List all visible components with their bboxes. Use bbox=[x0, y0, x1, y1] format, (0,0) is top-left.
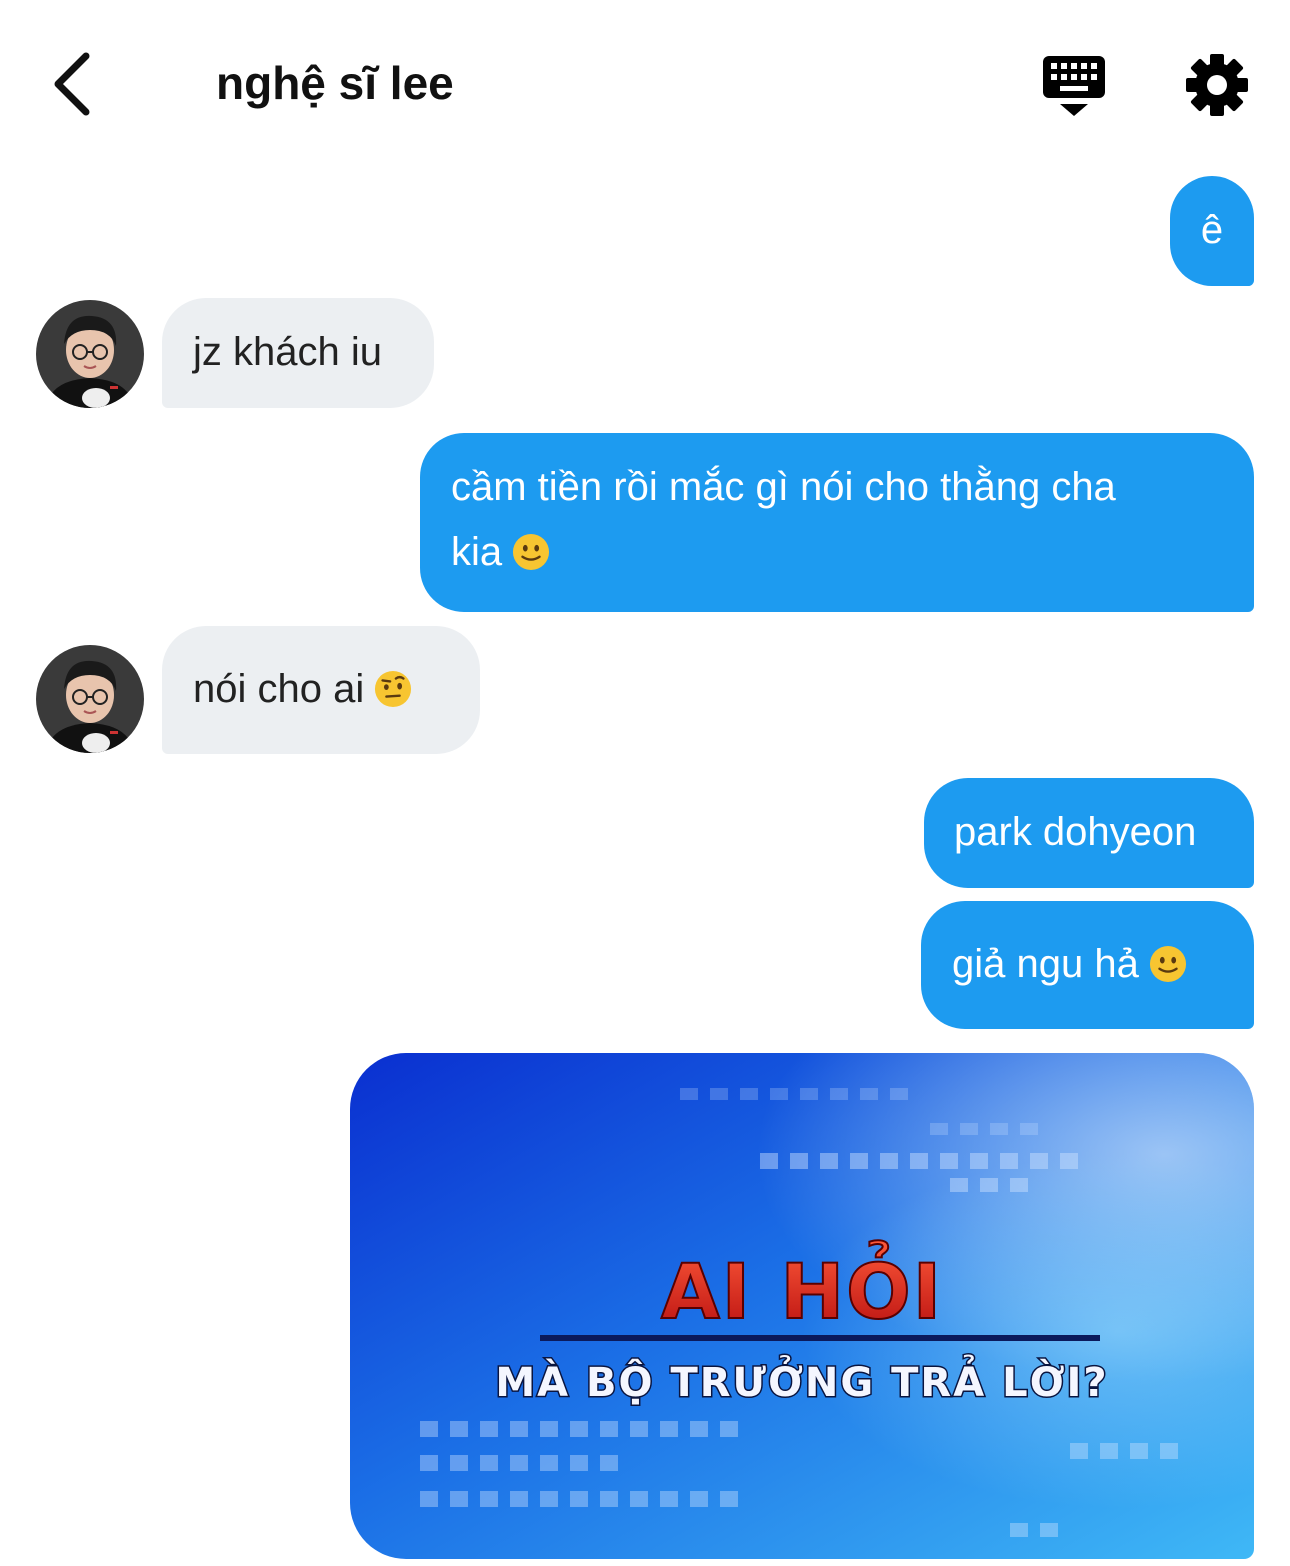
message-bubble-incoming[interactable]: nói cho ai bbox=[162, 626, 480, 754]
message-bubble-outgoing[interactable]: cầm tiền rồi mắc gì nói cho thằng cha ki… bbox=[420, 433, 1254, 612]
avatar[interactable] bbox=[36, 300, 144, 408]
keyboard-icon bbox=[1043, 56, 1105, 116]
message-bubble-outgoing[interactable]: park dohyeon bbox=[924, 778, 1254, 888]
back-button[interactable] bbox=[36, 46, 106, 122]
message-text-line: kia bbox=[451, 530, 503, 574]
message-text: ê bbox=[1200, 208, 1224, 252]
message-bubble-incoming[interactable]: jz khách iu bbox=[162, 298, 434, 408]
keyboard-button[interactable] bbox=[1040, 52, 1108, 120]
chevron-left-icon bbox=[54, 52, 90, 116]
image-headline: AI HỎI bbox=[661, 1239, 943, 1336]
image-caption: MÀ BỘ TRƯỞNG TRẢ LỜI? bbox=[495, 1353, 1108, 1406]
message-text: nói cho ai bbox=[193, 667, 365, 711]
message-text: jz khách iu bbox=[193, 330, 382, 374]
settings-button[interactable] bbox=[1184, 52, 1250, 118]
message-bubble-outgoing[interactable]: giả ngu hả bbox=[921, 901, 1254, 1029]
chat-header: nghệ sĩ lee bbox=[0, 0, 1290, 170]
slightly-smiling-face-icon bbox=[1149, 945, 1186, 983]
message-text: park dohyeon bbox=[954, 810, 1197, 854]
slightly-smiling-face-icon bbox=[513, 533, 550, 571]
message-image[interactable]: AI HỎI MÀ BỘ TRƯỞNG TRẢ LỜI? bbox=[350, 1053, 1254, 1559]
message-bubble-outgoing[interactable]: ê bbox=[1170, 176, 1254, 286]
avatar[interactable] bbox=[36, 645, 144, 753]
message-text: giả ngu hả bbox=[952, 942, 1139, 986]
page-title: nghệ sĩ lee bbox=[216, 57, 454, 109]
gear-icon bbox=[1186, 54, 1248, 116]
raised-eyebrow-face-icon bbox=[375, 670, 412, 708]
message-text-line: cầm tiền rồi mắc gì nói cho thằng cha bbox=[451, 465, 1116, 509]
